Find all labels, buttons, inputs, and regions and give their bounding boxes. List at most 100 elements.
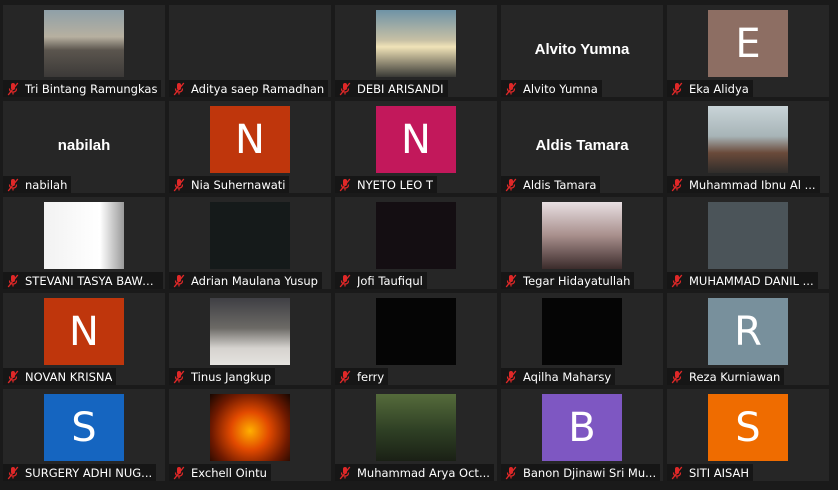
participant-name: Muhammad Arya Oct... <box>357 465 490 480</box>
mic-muted-icon <box>671 466 683 479</box>
participant-name: nabilah <box>25 177 68 192</box>
participant-tile[interactable]: Aldis Tamara Aldis Tamara <box>501 101 663 193</box>
participant-tile[interactable]: Exchell Ointu <box>169 389 331 481</box>
participant-avatar: B <box>542 394 622 461</box>
participant-label: Banon Djinawi Sri Mu... <box>501 464 661 481</box>
participant-tile[interactable]: MUHAMMAD DANIL ... <box>667 197 829 289</box>
mic-muted-icon <box>671 274 683 287</box>
participant-tile[interactable]: ferry <box>335 293 497 385</box>
participant-label: Reza Kurniawan <box>667 368 785 385</box>
participant-label: NYETO LEO T <box>335 176 438 193</box>
participant-label: ferry <box>335 368 389 385</box>
participant-tile[interactable]: STEVANI TASYA BAWA... <box>3 197 165 289</box>
participant-name: Aqilha Maharsy <box>523 369 612 384</box>
participant-tile[interactable]: Tinus Jangkup <box>169 293 331 385</box>
participant-label: SITI AISAH <box>667 464 754 481</box>
participant-tile[interactable]: N NOVAN KRISNA <box>3 293 165 385</box>
black-video <box>542 298 622 365</box>
white-photo <box>44 202 124 269</box>
participant-label: Aldis Tamara <box>501 176 601 193</box>
participant-label: Tegar Hidayatullah <box>501 272 635 289</box>
pilot-photo <box>708 106 788 173</box>
participant-name: Adrian Maulana Yusup <box>191 273 318 288</box>
participant-tile[interactable]: Alvito Yumna Alvito Yumna <box>501 5 663 97</box>
mic-muted-icon <box>7 82 19 95</box>
mic-muted-icon <box>671 82 683 95</box>
participant-name: Aldis Tamara <box>523 177 597 192</box>
participant-label: Jofi Taufiqul <box>335 272 427 289</box>
avatar-initial: R <box>734 308 762 355</box>
participant-name: SURGERY ADHI NUG... <box>25 465 153 480</box>
participant-tile[interactable]: nabilah nabilah <box>3 101 165 193</box>
participant-display-name: Aldis Tamara <box>535 137 629 154</box>
avatar-initial: E <box>735 20 761 67</box>
participant-label: Aqilha Maharsy <box>501 368 616 385</box>
participant-name: Muhammad Ibnu Al ... <box>689 177 816 192</box>
avatar-initial: S <box>71 404 97 451</box>
tinus-photo <box>210 298 290 365</box>
participant-tile[interactable]: Aditya saep Ramadhan <box>169 5 331 97</box>
mic-muted-icon <box>173 274 185 287</box>
mic-muted-icon <box>173 370 185 383</box>
participant-tile[interactable]: E Eka Alidya <box>667 5 829 97</box>
mic-muted-icon <box>7 370 19 383</box>
participant-video-off <box>210 10 290 77</box>
participant-label: Nia Suhernawati <box>169 176 290 193</box>
participant-tile[interactable]: Tri Bintang Ramungkas <box>3 5 165 97</box>
forest-photo <box>376 394 456 461</box>
participant-name: Tri Bintang Ramungkas <box>25 81 158 96</box>
dark-video-1 <box>210 202 290 269</box>
participant-tile[interactable]: Muhammad Ibnu Al ... <box>667 101 829 193</box>
black-video <box>376 298 456 365</box>
participant-tile[interactable]: B Banon Djinawi Sri Mu... <box>501 389 663 481</box>
avatar-initial: B <box>568 404 596 451</box>
participant-name: Aditya saep Ramadhan <box>191 81 325 96</box>
participant-avatar: S <box>708 394 788 461</box>
participant-tile[interactable]: N NYETO LEO T <box>335 101 497 193</box>
participant-name: Tegar Hidayatullah <box>523 273 631 288</box>
participant-name: NOVAN KRISNA <box>25 369 113 384</box>
participant-label: Tinus Jangkup <box>169 368 276 385</box>
participant-tile[interactable]: Aqilha Maharsy <box>501 293 663 385</box>
participant-name: Banon Djinawi Sri Mu... <box>523 465 657 480</box>
dark-video-2 <box>376 202 456 269</box>
participant-name: NYETO LEO T <box>357 177 434 192</box>
mic-muted-icon <box>505 178 517 191</box>
mic-muted-icon <box>505 370 517 383</box>
participant-label: Adrian Maulana Yusup <box>169 272 322 289</box>
mic-muted-icon <box>671 370 683 383</box>
mic-muted-icon <box>339 466 351 479</box>
participant-label: DEBI ARISANDI <box>335 80 448 97</box>
participant-avatar: N <box>210 106 290 173</box>
participant-tile[interactable]: R Reza Kurniawan <box>667 293 829 385</box>
grey-photo <box>708 202 788 269</box>
participant-label: Eka Alidya <box>667 80 753 97</box>
participant-tile[interactable]: S SITI AISAH <box>667 389 829 481</box>
participant-name: Nia Suhernawati <box>191 177 286 192</box>
participant-tile[interactable]: N Nia Suhernawati <box>169 101 331 193</box>
participant-name: MUHAMMAD DANIL ... <box>689 273 814 288</box>
mic-muted-icon <box>671 178 683 191</box>
participant-avatar: E <box>708 10 788 77</box>
participant-name: Jofi Taufiqul <box>357 273 423 288</box>
participant-tile[interactable]: Jofi Taufiqul <box>335 197 497 289</box>
participant-tile[interactable]: DEBI ARISANDI <box>335 5 497 97</box>
participant-name: STEVANI TASYA BAWA... <box>25 273 159 288</box>
participant-label: Alvito Yumna <box>501 80 602 97</box>
participant-label: nabilah <box>3 176 72 193</box>
participant-label: Exchell Ointu <box>169 464 271 481</box>
participant-tile[interactable]: Tegar Hidayatullah <box>501 197 663 289</box>
participant-name: Alvito Yumna <box>523 81 598 96</box>
participant-tile[interactable]: Adrian Maulana Yusup <box>169 197 331 289</box>
participant-label: Muhammad Ibnu Al ... <box>667 176 820 193</box>
participant-tile[interactable]: Muhammad Arya Oct... <box>335 389 497 481</box>
mic-muted-icon <box>339 178 351 191</box>
participant-label: Tri Bintang Ramungkas <box>3 80 162 97</box>
mic-muted-icon <box>7 466 19 479</box>
participant-tile[interactable]: S SURGERY ADHI NUG... <box>3 389 165 481</box>
mic-muted-icon <box>7 274 19 287</box>
participant-name: ferry <box>357 369 385 384</box>
participant-avatar: R <box>708 298 788 365</box>
avatar-initial: N <box>69 308 99 355</box>
mic-muted-icon <box>339 274 351 287</box>
